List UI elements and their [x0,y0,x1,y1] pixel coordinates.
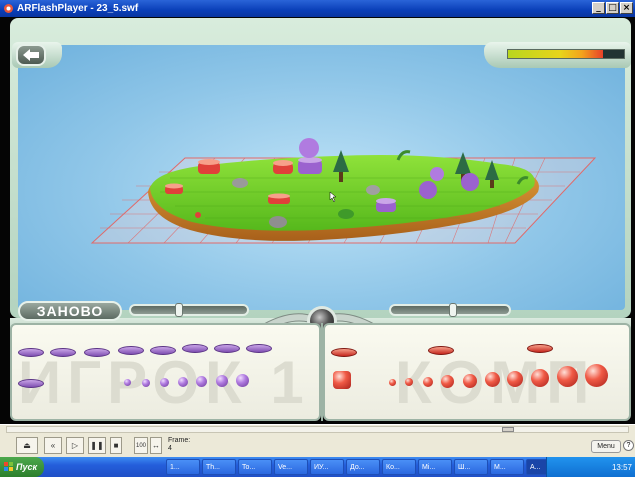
menu-button[interactable]: Menu [591,440,621,453]
pause-button[interactable]: ❚❚ [88,437,106,454]
purple-ball-piece[interactable] [299,138,319,158]
help-icon[interactable]: ? [623,440,634,451]
rock-icon [232,178,248,188]
windows-logo-icon [4,462,13,471]
red-disk-piece[interactable] [428,346,454,355]
fullscreen-button[interactable]: ↔ [150,437,162,454]
open-button[interactable]: ⏏ [16,437,38,454]
purple-disk-piece[interactable] [50,348,76,357]
frame-indicator: Frame: 4 [168,437,190,453]
red-ball-piece[interactable] [485,372,500,387]
red-disk-piece[interactable] [198,159,220,174]
bush-icon [338,209,354,219]
purple-ball-piece[interactable] [419,181,437,199]
frame-value: 4 [168,445,172,452]
taskbar-item[interactable]: 1... [166,459,200,475]
purple-ball-piece[interactable] [196,376,207,387]
app-window: ARFlashPlayer - 23_5.swf _ □ × ЗАНОВО ИГ… [0,0,635,477]
rock-icon [269,216,287,228]
red-ball-piece[interactable] [389,379,396,386]
red-ball-piece[interactable] [441,375,454,388]
purple-disk-piece[interactable] [214,344,240,353]
computer-panel: КОМП [323,323,631,421]
purple-ball-piece[interactable] [236,374,249,387]
play-button[interactable]: ▷ [66,437,84,454]
red-ball-piece[interactable] [423,377,433,387]
purple-ball-piece[interactable] [430,167,444,181]
purple-ball-piece[interactable] [124,379,131,386]
purple-disk-piece[interactable] [118,346,144,355]
purple-ball-piece[interactable] [216,375,228,387]
purple-disk-piece[interactable] [246,344,272,353]
purple-disk-piece[interactable] [18,348,44,357]
stop-button[interactable]: ■ [110,437,122,454]
purple-disk-piece[interactable] [150,346,176,355]
rock-icon [366,185,380,195]
purple-ball-piece[interactable] [142,379,150,387]
purple-disk-piece[interactable] [376,198,396,212]
restart-button[interactable]: ЗАНОВО [18,301,122,321]
purple-disk-piece[interactable] [298,157,322,174]
red-disk-piece[interactable] [331,348,357,357]
clock: 13:57 [611,462,632,472]
red-ball-piece[interactable] [557,366,578,387]
red-disk-piece[interactable] [268,193,290,205]
taskbar-item[interactable]: M... [490,459,524,475]
right-slider-thumb[interactable] [449,303,457,317]
player1-panel: ИГРОК 1 [10,323,321,421]
taskbar-item[interactable]: Ve... [274,459,308,475]
taskbar-item[interactable]: ИУ... [310,459,344,475]
left-slider-thumb[interactable] [175,303,183,317]
purple-ball-piece[interactable] [461,173,479,191]
red-disk-piece[interactable] [165,183,183,195]
taskbar-item[interactable]: Th... [202,459,236,475]
taskbar-item[interactable]: Ко... [382,459,416,475]
scrollbar-thumb[interactable] [502,427,514,432]
purple-disk-piece[interactable] [84,348,110,357]
system-tray: 13:57 [546,457,635,477]
red-ball-piece[interactable] [405,378,413,386]
purple-ball-piece[interactable] [178,377,188,387]
red-ball-piece[interactable] [531,369,549,387]
purple-ball-piece[interactable] [160,378,169,387]
red-ball-piece[interactable] [463,374,477,388]
purple-disk-piece[interactable] [18,379,44,388]
right-slider[interactable] [389,303,511,317]
red-ball-piece[interactable] [585,364,608,387]
horizontal-scrollbar[interactable] [6,426,629,433]
taskbar-item[interactable]: Ш... [454,459,488,475]
frame-label: Frame: [168,437,191,444]
taskbar-item[interactable]: Mi... [418,459,452,475]
red-ball-piece[interactable] [333,371,351,389]
red-disk-piece[interactable] [273,160,293,174]
rewind-button[interactable]: « [44,437,62,454]
red-ball-piece[interactable] [507,371,523,387]
taskbar-item[interactable]: До... [346,459,380,475]
zoom-field[interactable]: 100 [134,437,148,454]
taskbar-item[interactable]: To... [238,459,272,475]
red-disk-piece[interactable] [527,344,553,353]
start-button[interactable]: Пуск [0,457,44,477]
red-ball-piece[interactable] [195,212,201,218]
left-slider[interactable] [129,303,249,317]
purple-disk-piece[interactable] [182,344,208,353]
start-label: Пуск [16,462,38,472]
